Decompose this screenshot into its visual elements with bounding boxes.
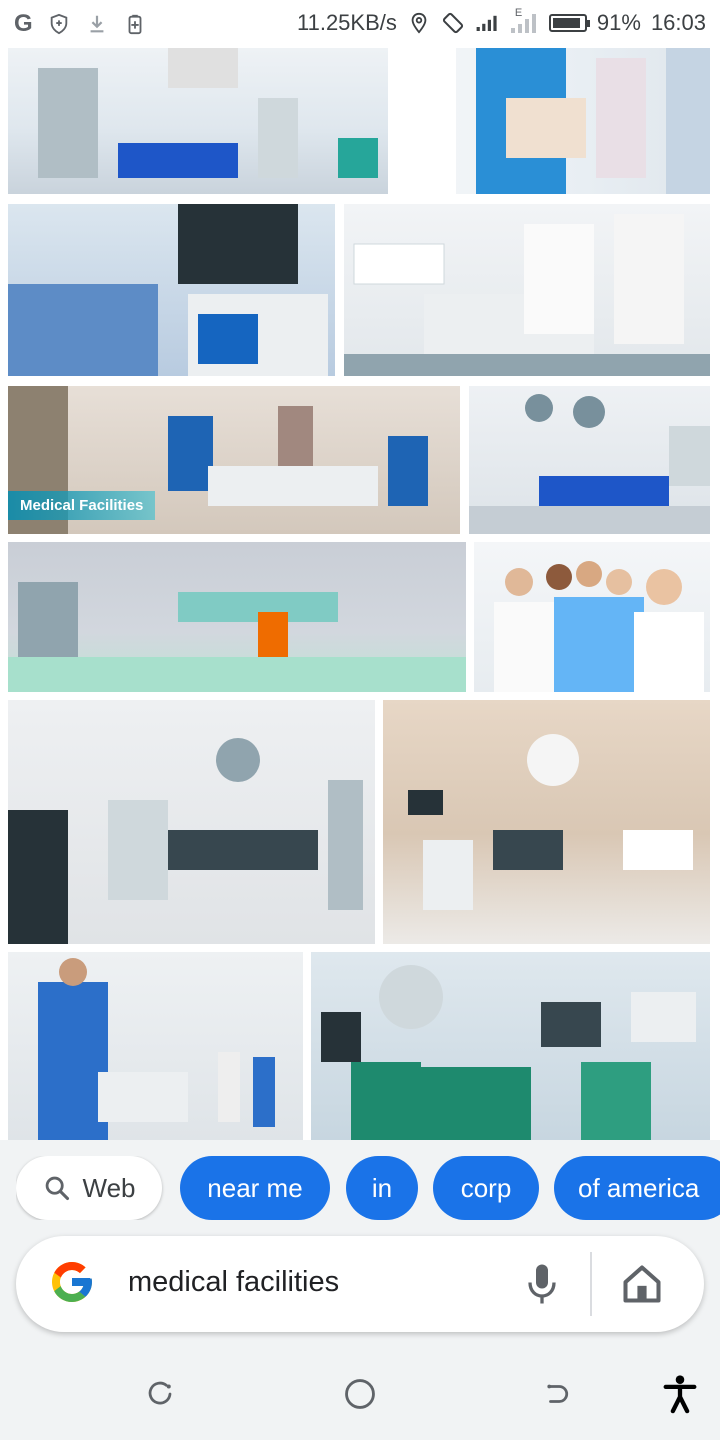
chip-in[interactable]: in	[346, 1156, 418, 1220]
image-content	[8, 738, 363, 944]
battery-percent: 91%	[596, 10, 641, 35]
chip-label: near me	[207, 1172, 303, 1203]
image-content	[408, 734, 693, 910]
image-result-beige-or[interactable]	[383, 700, 710, 944]
image-result-surgeons[interactable]	[311, 952, 710, 1140]
accessibility-icon[interactable]	[660, 1374, 700, 1414]
image-content	[396, 48, 710, 194]
image-content	[38, 48, 378, 178]
search-icon	[45, 1176, 69, 1201]
home-icon[interactable]	[620, 1262, 664, 1306]
recents-icon[interactable]	[140, 1374, 180, 1414]
image-content	[8, 204, 328, 376]
image-result-operating-theatre[interactable]	[469, 386, 710, 534]
back-icon[interactable]	[538, 1374, 578, 1414]
google-g-logo	[52, 1262, 92, 1302]
battery-saver-icon	[123, 12, 147, 36]
image-result-surgery-monitor[interactable]	[8, 204, 335, 376]
image-content	[344, 214, 710, 376]
image-result-doctor-tablet[interactable]	[396, 48, 710, 194]
chip-label: in	[371, 1172, 393, 1203]
image-result-dental-clinic[interactable]	[344, 204, 710, 376]
image-content	[494, 561, 704, 692]
rotate-icon	[441, 11, 465, 35]
search-bar[interactable]: medical facilities	[16, 1236, 704, 1332]
system-nav-bar	[0, 1350, 720, 1440]
network-type: E	[514, 7, 523, 19]
image-result-hospital-corridor[interactable]	[8, 952, 303, 1140]
network-speed: 11.25KB/s	[297, 10, 397, 35]
status-bar: G 11.25KB/s E 91% 16:03	[0, 0, 720, 48]
location-icon	[407, 11, 431, 35]
image-content	[321, 965, 696, 1140]
mic-icon[interactable]	[524, 1260, 560, 1308]
chip-near-me[interactable]: near me	[180, 1156, 330, 1220]
chip-corp[interactable]: corp	[433, 1156, 539, 1220]
signal-edge-icon: E	[509, 7, 539, 35]
clock: 16:03	[650, 10, 706, 35]
google-app-indicator: G	[14, 10, 33, 37]
signal-icon	[475, 11, 499, 35]
search-panel: Web near me in corp of america medical f…	[0, 1140, 720, 1440]
image-content	[469, 394, 710, 534]
battery-icon	[548, 14, 590, 32]
chip-label: Web	[82, 1172, 136, 1203]
search-divider	[590, 1252, 592, 1316]
image-content	[38, 958, 275, 1140]
suggestion-chips: Web near me in corp of america	[16, 1156, 720, 1220]
search-query[interactable]: medical facilities	[128, 1266, 339, 1299]
image-result-white-or[interactable]	[8, 700, 375, 944]
download-icon	[85, 12, 109, 36]
image-caption: Medical Facilities	[8, 491, 156, 520]
image-results-grid[interactable]: Medical Facilities	[0, 48, 720, 1140]
chip-of-america[interactable]: of america	[554, 1156, 720, 1220]
image-result-medical-facilities[interactable]: Medical Facilities	[8, 386, 460, 534]
shield-icon	[47, 12, 71, 36]
chip-label: corp	[460, 1172, 512, 1203]
chip-label: of america	[578, 1172, 700, 1203]
chip-web[interactable]: Web	[16, 1156, 162, 1220]
image-result-stainless-or[interactable]	[8, 542, 466, 692]
image-result-operating-room-1[interactable]	[8, 48, 388, 194]
home-circle-icon[interactable]	[340, 1374, 380, 1414]
image-result-medical-team[interactable]	[474, 542, 710, 692]
image-content	[8, 582, 466, 692]
